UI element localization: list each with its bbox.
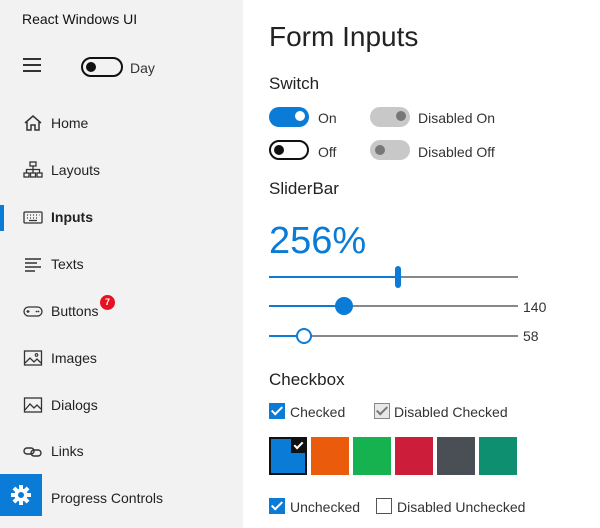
- slider-thumb[interactable]: [395, 266, 401, 288]
- sidebar-item-label: Dialogs: [51, 397, 98, 413]
- checkbox-disabled-unchecked: [376, 498, 392, 514]
- switch-off[interactable]: [269, 140, 309, 160]
- sidebar-item-label: Inputs: [51, 209, 93, 225]
- link-icon: [23, 447, 42, 457]
- slider-2-value: 140: [523, 299, 547, 315]
- color-swatch-red[interactable]: [395, 437, 433, 475]
- sidebar-item-home[interactable]: Home: [0, 103, 243, 143]
- switch-on-label: On: [318, 110, 337, 126]
- slider-percent-value: 256%: [269, 220, 367, 262]
- sitemap-icon: [23, 161, 43, 178]
- color-swatch-gray[interactable]: [437, 437, 475, 475]
- home-icon: [24, 115, 42, 131]
- dialog-image-icon: [23, 397, 43, 413]
- checkbox-disabled-unchecked-label: Disabled Unchecked: [397, 499, 526, 515]
- sidebar-item-texts[interactable]: Texts: [0, 244, 243, 284]
- sidebar-item-label: Texts: [51, 256, 84, 272]
- sidebar-item-images[interactable]: Images: [0, 338, 243, 378]
- color-swatch-green[interactable]: [353, 437, 391, 475]
- sidebar-item-inputs[interactable]: Inputs: [0, 197, 243, 237]
- notification-badge: 7: [100, 295, 115, 310]
- checkbox-section-title: Checkbox: [269, 370, 345, 389]
- switch-disabled-off: [370, 140, 410, 160]
- sidebar-item-label: Links: [51, 443, 84, 459]
- checkbox-unchecked-toggle[interactable]: [269, 498, 285, 514]
- sidebar-item-label: Buttons: [51, 303, 99, 319]
- sidebar-item-dialogs[interactable]: Dialogs: [0, 385, 243, 425]
- checkbox-checked-label: Checked: [290, 404, 346, 420]
- gamepad-icon: [23, 306, 43, 317]
- text-lines-icon: [25, 258, 41, 272]
- switch-disabled-on-label: Disabled On: [418, 110, 496, 126]
- settings-button[interactable]: [0, 474, 42, 516]
- day-label: Day: [130, 60, 155, 76]
- check-icon: [291, 439, 305, 453]
- app-title: React Windows UI: [22, 11, 138, 27]
- sidebar-item-buttons[interactable]: Buttons 7: [0, 291, 243, 331]
- color-swatch-blue[interactable]: [269, 437, 307, 475]
- color-swatch-teal[interactable]: [479, 437, 517, 475]
- switch-disabled-on: [370, 107, 410, 127]
- sliderbar-section-title: SliderBar: [269, 179, 339, 198]
- sidebar-item-label: Home: [51, 115, 89, 131]
- sidebar-item-layouts[interactable]: Layouts: [0, 150, 243, 190]
- keyboard-icon: [23, 211, 43, 224]
- switch-section-title: Switch: [269, 74, 320, 93]
- sidebar-item-links[interactable]: Links: [0, 431, 243, 471]
- sidebar-item-label: Images: [51, 350, 97, 366]
- checkbox-disabled-checked-label: Disabled Checked: [394, 404, 508, 420]
- sidebar: React Windows UI Day Home Layouts Inputs…: [0, 0, 243, 528]
- gear-icon: [11, 485, 31, 505]
- slider-thumb[interactable]: [335, 297, 353, 315]
- slider-2[interactable]: [269, 296, 518, 316]
- checkbox-unchecked-label: Unchecked: [290, 499, 361, 515]
- main-content: Form Inputs Switch On Disabled On Off Di…: [243, 0, 600, 528]
- slider-3[interactable]: [269, 326, 518, 346]
- color-swatch-orange[interactable]: [311, 437, 349, 475]
- hamburger-menu-icon[interactable]: [23, 58, 41, 72]
- slider-3-value: 58: [523, 328, 539, 344]
- day-night-toggle[interactable]: [81, 57, 123, 77]
- checkbox-checked[interactable]: [269, 403, 285, 419]
- sidebar-item-label: Layouts: [51, 162, 101, 178]
- checkbox-disabled-checked: [374, 403, 390, 419]
- slider-1[interactable]: [269, 266, 518, 288]
- slider-thumb[interactable]: [296, 328, 312, 344]
- switch-on[interactable]: [269, 107, 309, 127]
- image-icon: [23, 350, 43, 366]
- page-title: Form Inputs: [269, 21, 419, 52]
- switch-off-label: Off: [318, 144, 337, 160]
- sidebar-item-label: Progress Controls: [51, 490, 164, 506]
- switch-disabled-off-label: Disabled Off: [418, 144, 495, 160]
